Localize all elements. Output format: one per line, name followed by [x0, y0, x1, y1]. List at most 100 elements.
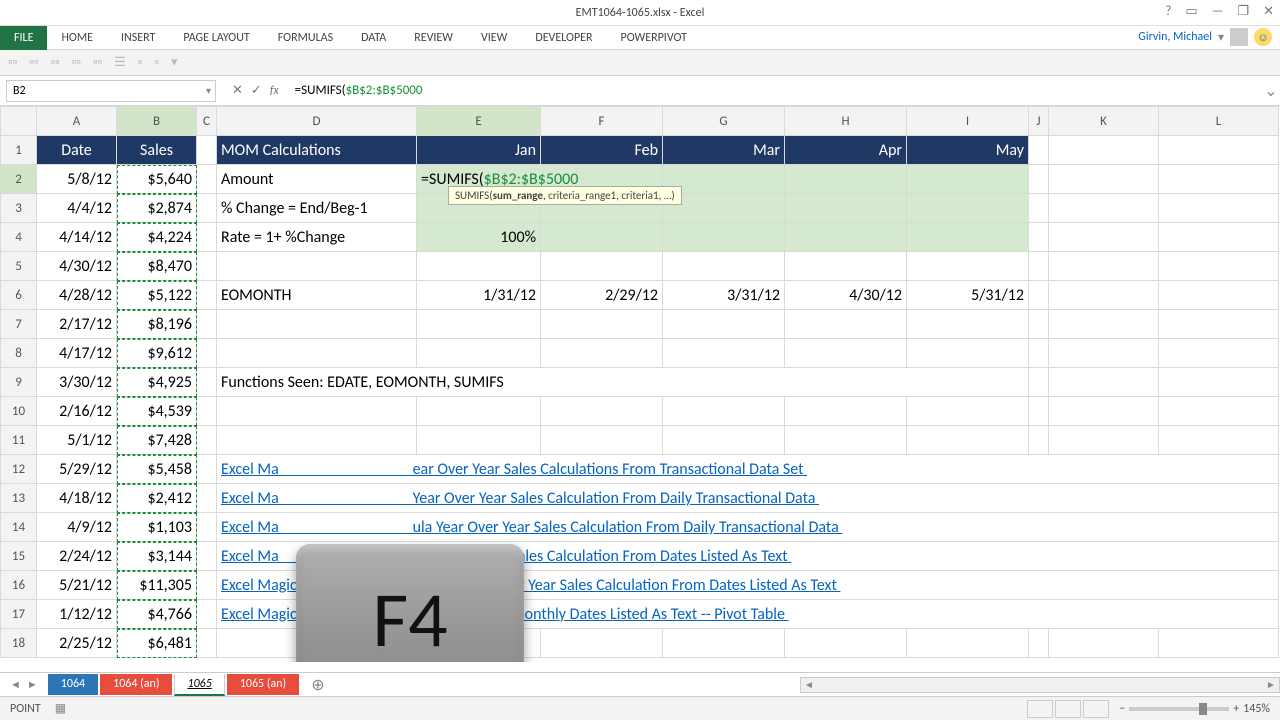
cell[interactable]: [1159, 629, 1279, 658]
sheet-tab[interactable]: 1064 (an): [100, 674, 172, 695]
cell[interactable]: [197, 339, 217, 368]
sheet-tab[interactable]: 1064: [48, 674, 98, 695]
select-all-corner[interactable]: [1, 107, 37, 136]
cell[interactable]: [907, 397, 1029, 426]
cell[interactable]: [1159, 426, 1279, 455]
feedback-icon[interactable]: ☺: [1254, 28, 1272, 46]
cell[interactable]: [1159, 339, 1279, 368]
col-header[interactable]: H: [785, 107, 907, 136]
cell[interactable]: Mar: [663, 136, 785, 165]
cell[interactable]: EOMONTH: [217, 281, 417, 310]
qat-icon[interactable]: ▾: [171, 55, 178, 70]
cell[interactable]: $1,103: [117, 513, 197, 542]
cell[interactable]: [663, 397, 785, 426]
col-header[interactable]: D: [217, 107, 417, 136]
cell[interactable]: [197, 426, 217, 455]
cell[interactable]: [1159, 194, 1279, 223]
cell[interactable]: [1159, 368, 1279, 397]
cell[interactable]: 2/25/12: [37, 629, 117, 658]
fx-icon[interactable]: fx: [270, 84, 279, 98]
col-header[interactable]: L: [1159, 107, 1279, 136]
cell[interactable]: $4,224: [117, 223, 197, 252]
tab-page-layout[interactable]: PAGE LAYOUT: [169, 26, 263, 50]
row-header[interactable]: 11: [1, 426, 37, 455]
horizontal-scrollbar[interactable]: ◄►: [800, 677, 1280, 693]
cell[interactable]: [217, 339, 417, 368]
cell[interactable]: [541, 629, 663, 658]
cell[interactable]: 4/18/12: [37, 484, 117, 513]
col-header[interactable]: G: [663, 107, 785, 136]
qat-icon[interactable]: ▫: [138, 55, 143, 70]
tab-formulas[interactable]: FORMULAS: [264, 26, 347, 50]
cell[interactable]: [785, 194, 907, 223]
col-header[interactable]: F: [541, 107, 663, 136]
tab-review[interactable]: REVIEW: [400, 26, 467, 50]
zoom-control[interactable]: −+ 145%: [1119, 702, 1270, 716]
formula-input[interactable]: =SUMIFS($B$2:$B$5000: [289, 83, 1262, 98]
cell[interactable]: [663, 310, 785, 339]
sheet-tab[interactable]: 1065 (an): [227, 674, 299, 695]
cell[interactable]: [197, 136, 217, 165]
cell[interactable]: 3/31/12: [663, 281, 785, 310]
row-header[interactable]: 2: [1, 165, 37, 194]
tab-view[interactable]: VIEW: [467, 26, 521, 50]
qat-icon[interactable]: ▫▫: [50, 55, 59, 70]
cell[interactable]: 4/28/12: [37, 281, 117, 310]
col-header[interactable]: K: [1049, 107, 1159, 136]
cell[interactable]: [197, 281, 217, 310]
cell[interactable]: [1159, 165, 1279, 194]
cell[interactable]: [1029, 223, 1049, 252]
cell[interactable]: $5,458: [117, 455, 197, 484]
worksheet-grid[interactable]: A B C D E F G H I J K L 1 Date Sales MOM…: [0, 106, 1280, 662]
cell[interactable]: [1029, 252, 1049, 281]
row-header[interactable]: 1: [1, 136, 37, 165]
cell[interactable]: 2/17/12: [37, 310, 117, 339]
cell[interactable]: [1029, 426, 1049, 455]
cell[interactable]: [785, 629, 907, 658]
cell[interactable]: [785, 426, 907, 455]
cell[interactable]: [197, 513, 217, 542]
row-header[interactable]: 6: [1, 281, 37, 310]
tab-file[interactable]: FILE: [0, 26, 47, 50]
chevron-down-icon[interactable]: ▾: [206, 84, 211, 97]
row-header[interactable]: 13: [1, 484, 37, 513]
cell[interactable]: [1049, 368, 1159, 397]
cell[interactable]: $2,412: [117, 484, 197, 513]
cell[interactable]: [1029, 339, 1049, 368]
cell[interactable]: [907, 310, 1029, 339]
cell[interactable]: [541, 223, 663, 252]
cell[interactable]: [1159, 281, 1279, 310]
cell[interactable]: [197, 600, 217, 629]
tab-developer[interactable]: DEVELOPER: [521, 26, 606, 50]
cell[interactable]: [541, 339, 663, 368]
row-header[interactable]: 12: [1, 455, 37, 484]
cell[interactable]: [1159, 223, 1279, 252]
cell[interactable]: [1049, 426, 1159, 455]
cell[interactable]: Feb: [541, 136, 663, 165]
cell[interactable]: [197, 310, 217, 339]
cell[interactable]: 5/8/12: [37, 165, 117, 194]
cell[interactable]: $2,874: [117, 194, 197, 223]
cell[interactable]: [417, 339, 541, 368]
cell[interactable]: [417, 310, 541, 339]
cell[interactable]: [663, 252, 785, 281]
enter-icon[interactable]: ✓: [251, 83, 262, 98]
cell[interactable]: [663, 426, 785, 455]
cell[interactable]: [541, 252, 663, 281]
help-icon[interactable]: ?: [1165, 4, 1171, 19]
cell[interactable]: $8,470: [117, 252, 197, 281]
cell[interactable]: [1029, 194, 1049, 223]
cell[interactable]: $5,122: [117, 281, 197, 310]
cell[interactable]: 2/29/12: [541, 281, 663, 310]
cell[interactable]: [541, 397, 663, 426]
qat-icon[interactable]: ▫: [154, 55, 159, 70]
col-header[interactable]: I: [907, 107, 1029, 136]
cell[interactable]: [217, 252, 417, 281]
row-header[interactable]: 3: [1, 194, 37, 223]
cell[interactable]: 4/30/12: [785, 281, 907, 310]
cell[interactable]: [217, 310, 417, 339]
qat-icon[interactable]: ▫▫: [93, 55, 102, 70]
tab-powerpivot[interactable]: POWERPIVOT: [607, 26, 701, 50]
cell[interactable]: May: [907, 136, 1029, 165]
cell[interactable]: [1159, 252, 1279, 281]
